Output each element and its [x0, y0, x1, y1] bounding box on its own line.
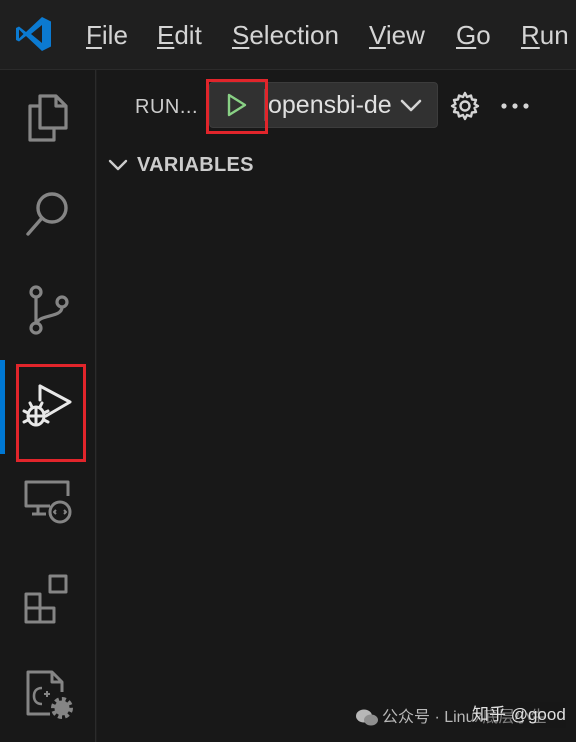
activity-explorer[interactable] [0, 70, 96, 166]
gear-icon[interactable] [449, 90, 481, 122]
activity-search[interactable] [0, 166, 96, 262]
play-icon [227, 93, 247, 117]
cpp-gear-icon [26, 670, 73, 719]
menu-edit[interactable]: Edit [157, 18, 202, 52]
activity-remote-explorer[interactable] [0, 454, 96, 550]
sidebar-title: RUN... [135, 96, 198, 118]
menu-go[interactable]: Go [456, 18, 491, 52]
variables-section-header[interactable]: VARIABLES [105, 150, 565, 180]
activity-source-control[interactable] [0, 262, 96, 358]
menu-file[interactable]: File [86, 18, 128, 52]
toolbar-separator [264, 89, 265, 121]
run-debug-sidebar: RUN... opensbi-de VARIABLES [97, 70, 576, 742]
more-actions-icon[interactable] [499, 90, 531, 122]
activity-cpp-settings[interactable] [0, 646, 96, 742]
source-control-icon [29, 285, 69, 335]
chevron-down-icon [108, 159, 128, 171]
chevron-down-icon[interactable] [396, 91, 426, 121]
remote-explorer-icon [24, 480, 72, 524]
menu-selection[interactable]: Selection [232, 18, 339, 52]
search-icon [26, 192, 68, 236]
debug-config-select[interactable]: opensbi-de [268, 87, 398, 123]
title-bar: File Edit Selection View Go Run [0, 0, 576, 70]
wechat-icon [356, 709, 378, 726]
activity-extensions[interactable] [0, 550, 96, 646]
debug-toolbar: opensbi-de [209, 82, 438, 128]
menu-run[interactable]: Run [521, 18, 569, 52]
activity-run-debug[interactable] [0, 358, 96, 454]
menu-view[interactable]: View [369, 18, 425, 52]
run-debug-icon [22, 384, 72, 427]
extensions-icon [24, 574, 68, 624]
activity-bar [0, 70, 96, 742]
files-icon [28, 94, 68, 142]
watermark-overlay: 知乎 @good [472, 702, 566, 728]
start-debugging-button[interactable] [210, 83, 264, 127]
vscode-logo-icon [16, 17, 51, 51]
variables-section-title: VARIABLES [137, 154, 254, 176]
